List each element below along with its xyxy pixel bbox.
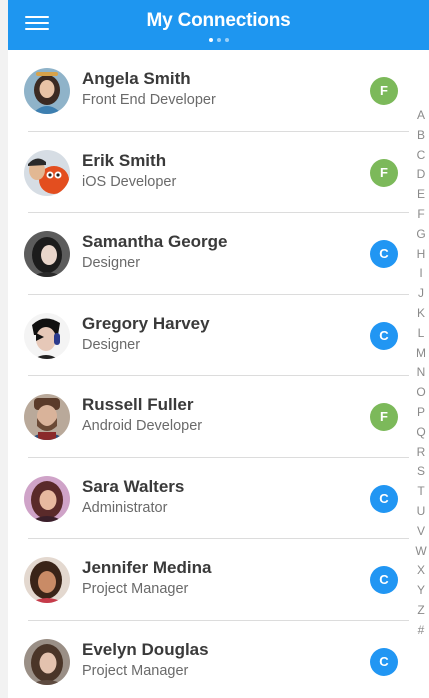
index-letter[interactable]: J (410, 284, 429, 304)
contact-name: Sara Walters (82, 476, 185, 496)
index-letter[interactable]: N (410, 363, 429, 383)
index-letter[interactable]: K (410, 304, 429, 324)
avatar (24, 475, 70, 522)
group-badge: C (370, 647, 398, 676)
contact-name: Evelyn Douglas (82, 639, 209, 659)
contact-role: Administrator (82, 499, 168, 516)
list-item[interactable]: Samantha George Designer C (8, 213, 429, 295)
list-item[interactable]: Erik Smith iOS Developer F (8, 132, 429, 213)
list-item[interactable]: Russell Fuller Android Developer F (8, 376, 429, 458)
page-title: My Connections (146, 10, 291, 31)
index-letter[interactable]: X (410, 561, 429, 581)
contact-role: Designer (82, 255, 141, 271)
index-letter[interactable]: U (410, 502, 429, 522)
index-letter[interactable]: S (410, 462, 429, 482)
list-item[interactable]: Evelyn Douglas Project Manager C (8, 621, 429, 698)
index-letter[interactable]: R (410, 443, 429, 463)
contact-role: Designer (82, 336, 141, 353)
contact-name: Russell Fuller (82, 395, 194, 414)
index-letter[interactable]: A (410, 106, 429, 126)
index-letter[interactable]: # (410, 621, 429, 641)
page-dot[interactable] (216, 38, 221, 42)
list-item[interactable]: Angela Smith Front End Developer F (8, 50, 429, 132)
index-letter[interactable]: T (410, 482, 429, 502)
group-badge: C (370, 240, 398, 268)
contact-role: iOS Developer (82, 173, 177, 190)
contact-role: Project Manager (82, 581, 189, 597)
contact-name: Angela Smith (82, 69, 191, 88)
contact-name: Jennifer Medina (82, 558, 212, 577)
index-letter[interactable]: P (410, 403, 429, 423)
index-letter[interactable]: C (410, 146, 429, 166)
index-letter[interactable]: F (410, 205, 429, 225)
contact-name: Samantha George (82, 232, 228, 251)
group-badge: C (370, 484, 398, 513)
index-letter[interactable]: M (410, 344, 429, 364)
avatar (24, 231, 70, 277)
contact-role: Android Developer (82, 418, 203, 434)
avatar (24, 149, 70, 196)
index-letter[interactable]: I (410, 264, 429, 284)
group-badge: F (370, 158, 398, 187)
contact-role: Project Manager (82, 662, 189, 679)
page-dot[interactable] (224, 38, 229, 42)
list-item[interactable]: Gregory Harvey Designer C (8, 295, 429, 376)
contact-list: Angela Smith Front End Developer F Erik … (8, 50, 429, 698)
index-letter[interactable]: O (410, 383, 429, 403)
index-letter[interactable]: E (410, 185, 429, 205)
index-letter[interactable]: L (410, 324, 429, 344)
alphabet-index: A B C D E F G H I J K L M N O P Q R S T … (410, 106, 429, 641)
index-letter[interactable]: D (410, 165, 429, 185)
list-item[interactable]: Jennifer Medina Project Manager C (8, 539, 429, 621)
app-header: My Connections (8, 0, 429, 50)
index-letter[interactable]: V (410, 522, 429, 542)
avatar (24, 312, 70, 359)
list-item[interactable]: Sara Walters Administrator C (8, 458, 429, 539)
group-badge: C (370, 321, 398, 350)
index-letter[interactable]: Q (410, 423, 429, 443)
contact-role: Front End Developer (82, 92, 216, 108)
page-indicator (8, 38, 429, 42)
avatar (24, 557, 70, 603)
avatar (24, 638, 70, 685)
group-badge: F (370, 403, 398, 431)
page-dot[interactable] (208, 38, 213, 42)
contact-name: Gregory Harvey (82, 313, 210, 333)
avatar (24, 394, 70, 440)
index-letter[interactable]: H (410, 245, 429, 265)
avatar (24, 68, 70, 114)
group-badge: F (370, 77, 398, 105)
connections-screen: My Connections Angela Smith Front End De… (8, 0, 429, 698)
index-letter[interactable]: Y (410, 581, 429, 601)
index-letter[interactable]: B (410, 126, 429, 146)
group-badge: C (370, 566, 398, 594)
index-letter[interactable]: G (410, 225, 429, 245)
index-letter[interactable]: W (410, 542, 429, 562)
index-letter[interactable]: Z (410, 601, 429, 621)
contact-name: Erik Smith (82, 150, 167, 170)
